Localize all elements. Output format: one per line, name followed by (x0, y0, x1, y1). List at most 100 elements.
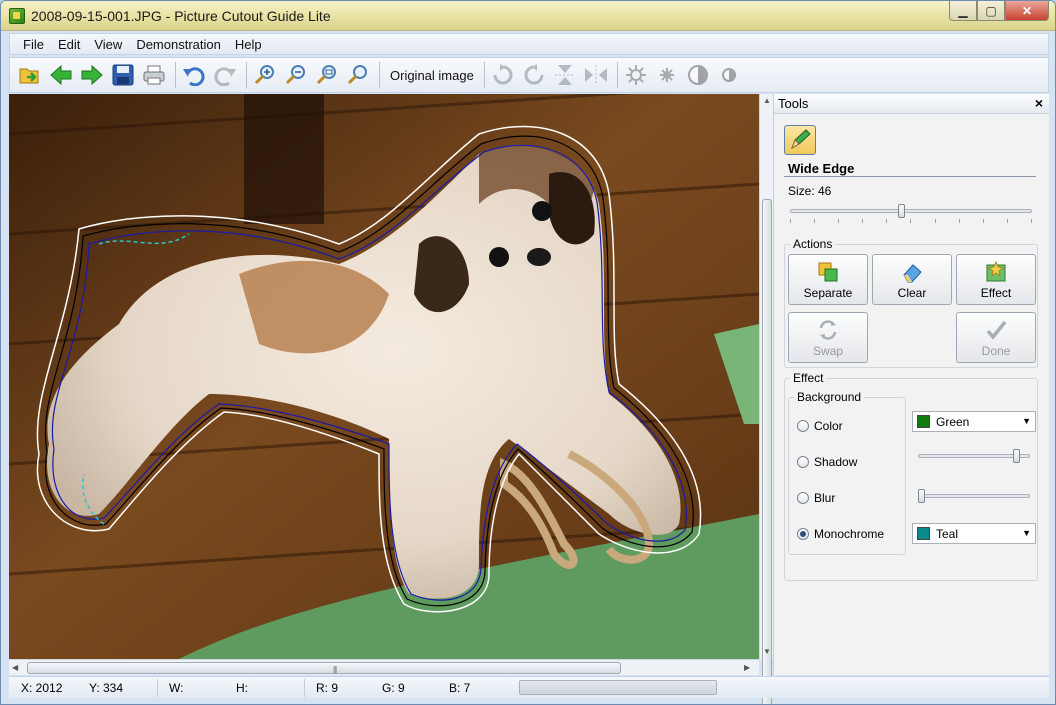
monochrome-select-value: Teal (936, 526, 959, 541)
saturation-button[interactable] (715, 61, 743, 89)
wide-edge-tool-button[interactable] (784, 125, 816, 155)
panel-close-icon[interactable]: × (1035, 95, 1043, 111)
radio-color-label: Color (814, 419, 843, 433)
rotate-left-icon (524, 64, 544, 85)
toolbar-separator (175, 62, 176, 88)
blur-slider[interactable] (918, 489, 1030, 503)
shadow-slider-knob[interactable] (1013, 449, 1020, 463)
undo-button[interactable] (180, 61, 208, 89)
radio-shadow[interactable]: Shadow (797, 455, 857, 469)
blur-slider-knob[interactable] (918, 489, 925, 503)
effect-title: Effect (790, 371, 827, 385)
done-label: Done (981, 344, 1011, 358)
redo-button[interactable] (211, 61, 239, 89)
menu-demonstration[interactable]: Demonstration (129, 37, 228, 52)
radio-monochrome-label: Monochrome (814, 527, 885, 541)
actions-group: Actions Separate Clear Effect Swap Done (784, 237, 1038, 368)
separate-icon (818, 262, 838, 282)
swap-label: Swap (812, 344, 844, 358)
radio-color-button[interactable] (797, 420, 809, 432)
color-select[interactable]: Green ▼ (912, 411, 1036, 432)
redo-icon (214, 67, 236, 86)
scroll-right-icon[interactable]: ▶ (744, 663, 750, 672)
background-title: Background (794, 390, 865, 404)
zoom-actual-button[interactable] (344, 61, 372, 89)
tool-divider (784, 176, 1036, 177)
menu-bar: File Edit View Demonstration Help (9, 33, 1049, 55)
forward-button[interactable] (78, 61, 106, 89)
image-canvas[interactable] (9, 94, 759, 659)
shadow-slider[interactable] (918, 449, 1030, 463)
menu-edit[interactable]: Edit (51, 37, 87, 52)
chevron-down-icon: ▼ (1022, 416, 1031, 426)
radio-monochrome[interactable]: Monochrome (797, 527, 884, 541)
status-h: H: (236, 681, 248, 695)
forward-icon (81, 64, 103, 86)
zoom-in-button[interactable] (251, 61, 279, 89)
menu-view[interactable]: View (87, 37, 129, 52)
undo-icon (183, 67, 205, 86)
scroll-left-icon[interactable]: ◀ (12, 663, 18, 672)
print-button[interactable] (140, 61, 168, 89)
eraser-icon (903, 264, 922, 283)
open-button[interactable] (16, 61, 44, 89)
radio-shadow-button[interactable] (797, 456, 809, 468)
separate-button[interactable]: Separate (788, 254, 868, 305)
horizontal-scrollbar[interactable]: ◀ ||| ▶ (9, 659, 759, 675)
background-group: Background Color Shadow Blur Monochrome (788, 390, 906, 555)
zoom-fit-button[interactable] (313, 61, 341, 89)
save-button[interactable] (109, 61, 137, 89)
chevron-down-icon: ▼ (1022, 528, 1031, 538)
status-w: W: (169, 681, 184, 695)
menu-file[interactable]: File (16, 37, 51, 52)
rotate-right-button[interactable] (489, 61, 517, 89)
size-slider-knob[interactable] (898, 204, 905, 218)
menu-help[interactable]: Help (228, 37, 269, 52)
effect-button[interactable]: Effect (956, 254, 1036, 305)
radio-monochrome-button[interactable] (797, 528, 809, 540)
horizontal-scroll-thumb[interactable]: ||| (27, 662, 621, 674)
radio-blur[interactable]: Blur (797, 491, 835, 505)
clear-button[interactable]: Clear (872, 254, 952, 305)
title-bar[interactable]: 2008-09-15-001.JPG - Picture Cutout Guid… (1, 1, 1055, 31)
swap-button[interactable]: Swap (788, 312, 868, 363)
contrast-icon (687, 65, 708, 85)
flip-vertical-button[interactable] (551, 61, 579, 89)
window-title: 2008-09-15-001.JPG - Picture Cutout Guid… (31, 8, 331, 24)
scroll-up-icon[interactable]: ▲ (763, 96, 771, 105)
minimize-button[interactable]: ▁ (949, 1, 977, 21)
scroll-down-icon[interactable]: ▼ (763, 647, 771, 656)
status-x: X: 2012 (21, 681, 63, 695)
monochrome-select[interactable]: Teal ▼ (912, 523, 1036, 544)
progress-bar (519, 680, 717, 695)
separate-label: Separate (803, 286, 853, 300)
vertical-scrollbar[interactable]: ▲ ▼ (759, 94, 773, 704)
blur-slider-track (918, 494, 1030, 498)
tools-panel-header: Tools × (774, 94, 1049, 114)
done-button[interactable]: Done (956, 312, 1036, 363)
rotate-left-button[interactable] (520, 61, 548, 89)
green-swatch (917, 415, 930, 428)
size-slider[interactable] (790, 204, 1032, 223)
brightness-button[interactable] (622, 61, 650, 89)
maximize-button[interactable]: ▢ (977, 1, 1005, 21)
radio-shadow-label: Shadow (814, 455, 858, 469)
flip-horizontal-button[interactable] (582, 61, 610, 89)
status-separator (157, 679, 158, 697)
status-bar: X: 2012 Y: 334 W: H: R: 9 G: 9 B: 7 (9, 676, 1049, 698)
settings-button[interactable] (653, 61, 681, 89)
flip-vertical-icon (554, 65, 575, 85)
back-button[interactable] (47, 61, 75, 89)
original-image-button[interactable]: Original image (384, 68, 480, 83)
back-icon (50, 64, 72, 86)
radio-blur-button[interactable] (797, 492, 809, 504)
zoom-out-icon (285, 65, 305, 85)
zoom-in-icon (254, 65, 274, 85)
close-button[interactable]: ✕ (1005, 1, 1049, 21)
vertical-scroll-thumb[interactable] (762, 199, 772, 704)
radio-color[interactable]: Color (797, 419, 843, 433)
teal-swatch (917, 527, 930, 540)
zoom-out-button[interactable] (282, 61, 310, 89)
contrast-button[interactable] (684, 61, 712, 89)
minimize-icon: ▁ (958, 3, 968, 18)
